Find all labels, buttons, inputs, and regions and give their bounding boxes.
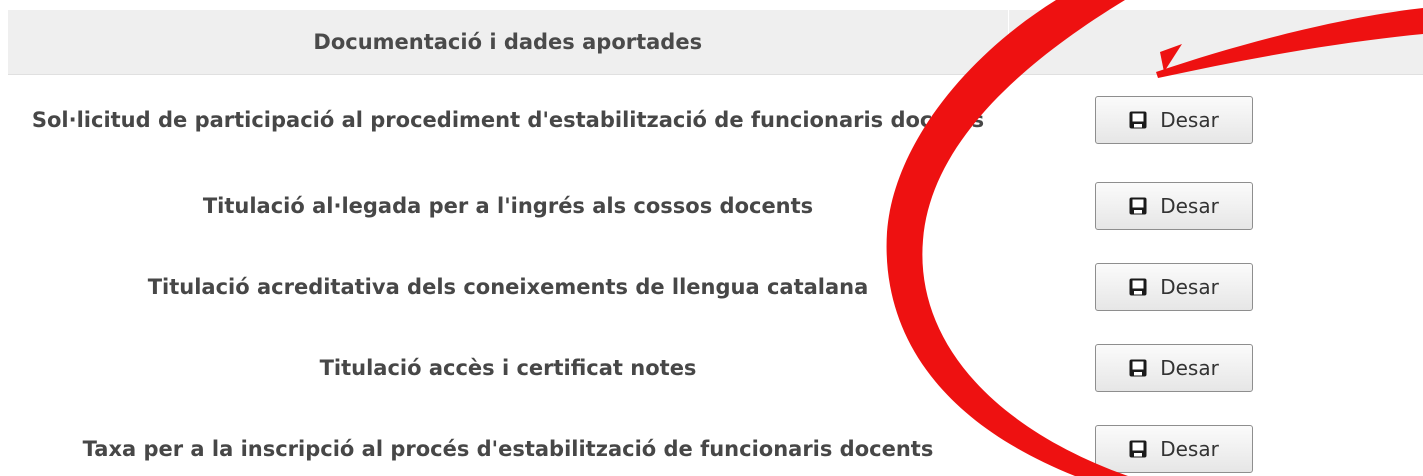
header-actions xyxy=(1007,10,1423,75)
table-row: Titulació accès i certificat notes Desar xyxy=(8,327,1423,408)
header-documents: Documentació i dades aportades xyxy=(8,10,1008,75)
document-label: Titulació accès i certificat notes xyxy=(319,355,697,380)
action-cell: Desar xyxy=(1008,327,1423,408)
table-header-row: Documentació i dades aportades xyxy=(8,10,1423,75)
floppy-disk-icon xyxy=(1128,196,1148,216)
floppy-disk-icon xyxy=(1128,110,1148,130)
save-button[interactable]: Desar xyxy=(1094,424,1253,473)
document-label: Taxa per a la inscripció al procés d'est… xyxy=(82,436,934,461)
save-button[interactable]: Desar xyxy=(1094,262,1253,311)
save-button[interactable]: Desar xyxy=(1094,343,1253,392)
save-button[interactable]: Desar xyxy=(1094,96,1253,144)
floppy-disk-icon xyxy=(1128,358,1148,378)
table-row: Sol·licitud de participació al procedime… xyxy=(8,75,1423,166)
document-label: Titulació al·legada per a l'ingrés als c… xyxy=(202,193,814,218)
floppy-disk-icon xyxy=(1128,439,1148,459)
documents-table: Documentació i dades aportades Sol·licit… xyxy=(8,10,1423,476)
table-row: Taxa per a la inscripció al procés d'est… xyxy=(8,408,1423,476)
save-button-label: Desar xyxy=(1160,436,1219,461)
save-button[interactable]: Desar xyxy=(1094,181,1253,230)
action-cell: Desar xyxy=(1008,246,1423,327)
action-cell: Desar xyxy=(1008,408,1423,476)
table-row: Titulació al·legada per a l'ingrés als c… xyxy=(8,165,1423,246)
action-cell: Desar xyxy=(1008,75,1423,166)
save-button-label: Desar xyxy=(1160,274,1219,299)
save-button-label: Desar xyxy=(1160,108,1219,132)
table-row: Titulació acreditativa dels coneixements… xyxy=(8,246,1423,327)
save-button-label: Desar xyxy=(1160,193,1219,218)
floppy-disk-icon xyxy=(1128,277,1148,297)
save-button-label: Desar xyxy=(1160,355,1219,380)
document-label: Titulació acreditativa dels coneixements… xyxy=(147,274,869,299)
action-cell: Desar xyxy=(1008,165,1423,246)
document-label: Sol·licitud de participació al procedime… xyxy=(31,108,985,132)
